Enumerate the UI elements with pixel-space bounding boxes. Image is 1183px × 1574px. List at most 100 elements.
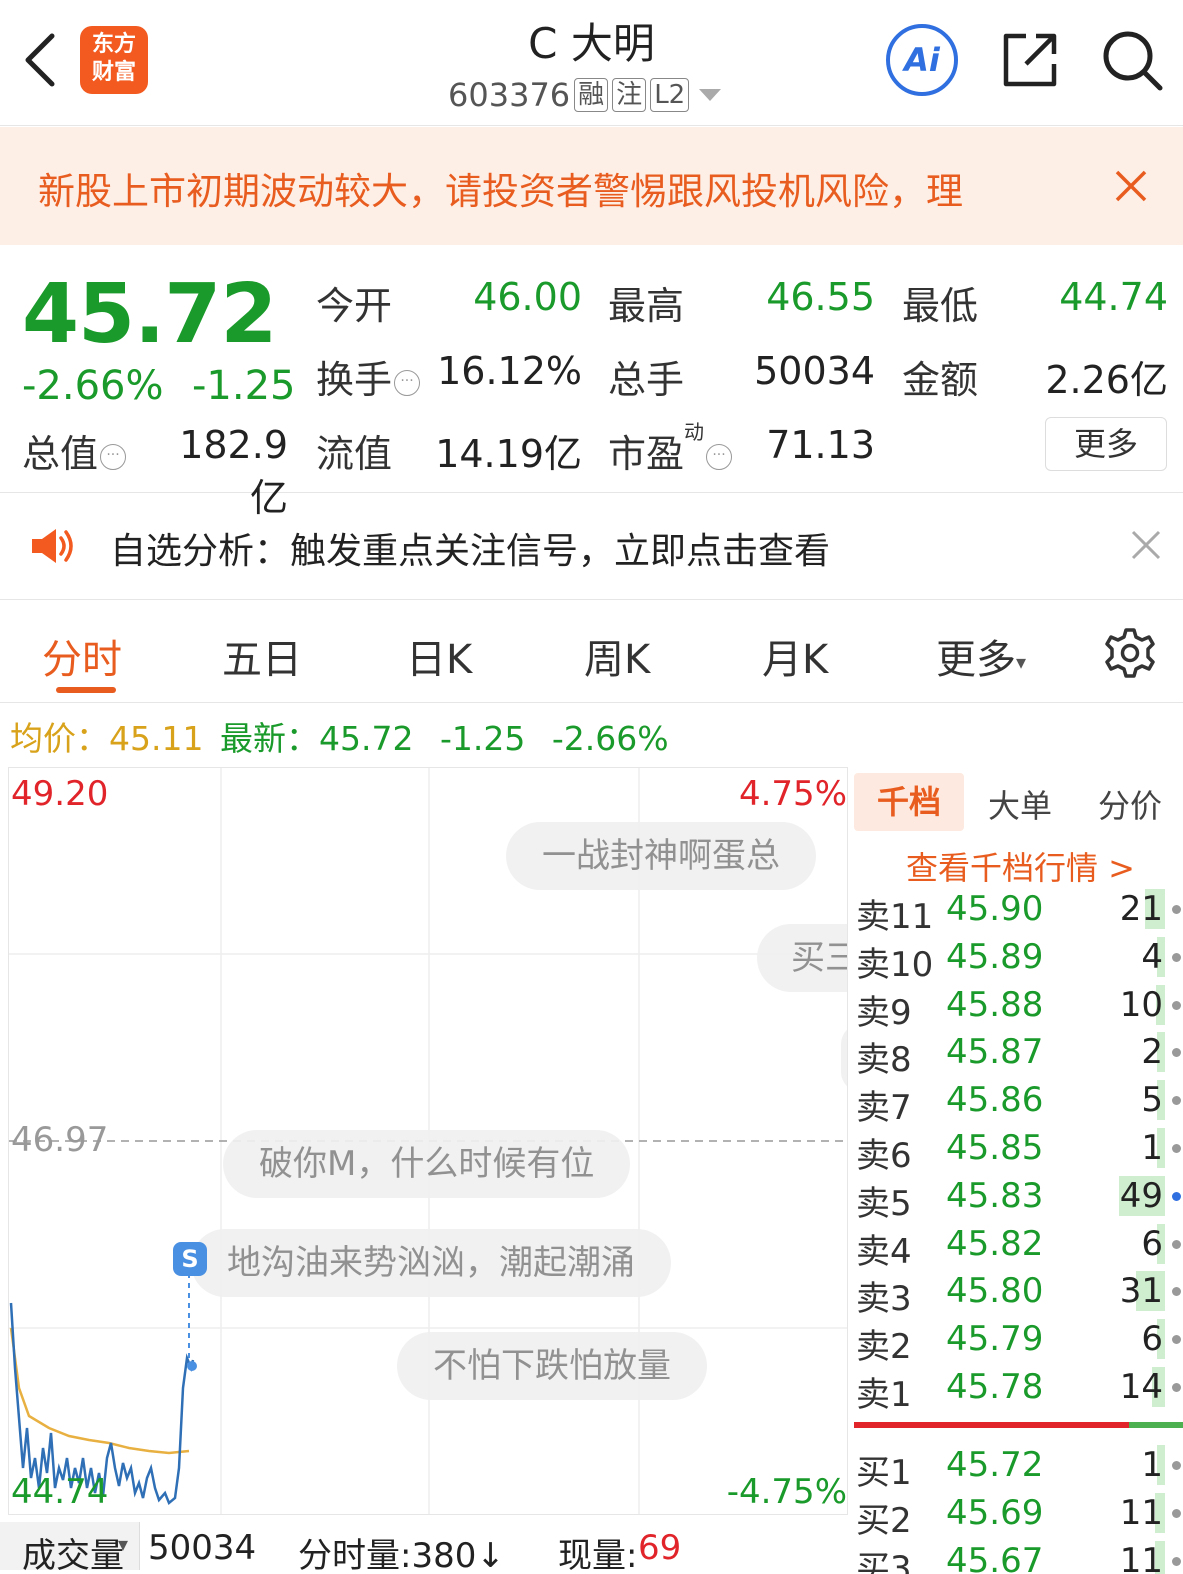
signal-marker-icon[interactable]: S <box>173 1242 207 1276</box>
current-volume-value: 69 <box>638 1528 682 1568</box>
share-icon[interactable] <box>1000 30 1060 90</box>
tab-intraday[interactable]: 分时 <box>42 627 122 685</box>
level-qty: 49 <box>1119 1175 1163 1216</box>
level-dot <box>1172 1191 1181 1201</box>
level-qty: 6 <box>1141 1319 1163 1360</box>
avg-label: 均价： <box>10 719 109 758</box>
level-dot <box>1172 952 1181 962</box>
total-cap-label[interactable]: 总值 ··· <box>22 423 127 478</box>
tab-level-thousand[interactable]: 千档 <box>854 773 964 831</box>
comment-bubble[interactable]: 地沟油来势汹汹，潮起潮涌 <box>191 1229 671 1297</box>
amount-value: 2.26亿 <box>1045 358 1168 402</box>
tab-monthly-k[interactable]: 月K <box>762 627 828 685</box>
level-price: 45.79 <box>946 1319 1044 1360</box>
comment-bubble[interactable]: 一战封神啊蛋总 <box>506 822 816 890</box>
level-label: 买2 <box>856 1500 912 1541</box>
ask-row[interactable]: 卖4 45.82 6 <box>856 1220 1183 1272</box>
ask-row[interactable]: 卖10 45.89 4 <box>856 933 1183 985</box>
indicator-selector[interactable]: 成交量 ▾ <box>0 1522 140 1574</box>
view-depth-link[interactable]: 查看千档行情 > <box>906 843 1135 889</box>
comment-bubble[interactable]: 买三 <box>757 924 847 992</box>
analysis-notice[interactable]: 自选分析：触发重点关注信号，立即点击查看 <box>0 494 1183 600</box>
turnover-label[interactable]: 换手 ··· <box>316 349 421 404</box>
level-label: 卖9 <box>856 992 912 1033</box>
ask-row[interactable]: 卖6 45.85 1 <box>856 1124 1183 1176</box>
level-label: 卖3 <box>856 1279 912 1320</box>
ask-row[interactable]: 卖8 45.87 2 <box>856 1028 1183 1080</box>
tab-daily-k[interactable]: 日K <box>406 627 472 685</box>
risk-warning-banner[interactable]: 新股上市初期波动较大，请投资者警惕跟风投机风险，理 <box>0 127 1183 245</box>
tab-more[interactable]: 更多▾ <box>936 627 1026 685</box>
bid-row[interactable]: 买3 45.67 11 <box>856 1537 1183 1574</box>
total-volume: 50034 <box>148 1528 257 1568</box>
more-dots-icon[interactable]: ··· <box>706 443 733 470</box>
bid-row[interactable]: 买2 45.69 11 <box>856 1489 1183 1541</box>
more-dots-icon[interactable]: ··· <box>394 369 421 396</box>
level2-tag: L2 <box>650 78 690 112</box>
y-axis-top-label: 49.20 <box>11 774 109 814</box>
low-label: 最低 <box>902 284 979 328</box>
float-cap-label: 流值 <box>316 432 393 476</box>
chart-period-tabs: 分时 五日 日K 周K 月K 更多▾ <box>0 601 1183 703</box>
level-dot <box>1172 1287 1181 1297</box>
tab-weekly-k[interactable]: 周K <box>584 627 650 685</box>
ask-row[interactable]: 卖2 45.79 6 <box>856 1315 1183 1367</box>
pe-value: 71.13 <box>766 423 875 467</box>
level-qty: 1 <box>1141 1445 1163 1485</box>
last-value: 45.72 <box>318 719 414 758</box>
ask-row[interactable]: 卖1 45.78 14 <box>856 1363 1183 1415</box>
minute-volume: 分时量:380↓ <box>298 1536 505 1574</box>
search-icon[interactable] <box>1100 28 1164 92</box>
level-qty: 10 <box>1119 984 1163 1025</box>
level-label: 卖4 <box>856 1231 912 1272</box>
more-dots-icon[interactable]: ··· <box>100 443 127 470</box>
level-qty: 5 <box>1141 1080 1163 1121</box>
close-icon[interactable] <box>1114 169 1148 203</box>
level-dot <box>1172 1556 1181 1566</box>
level-price: 45.82 <box>946 1223 1044 1264</box>
level-price: 45.69 <box>946 1492 1044 1533</box>
tab-big-orders[interactable]: 大单 <box>988 781 1052 827</box>
dropdown-caret-icon: ▾ <box>1016 650 1027 674</box>
change-amount: -1.25 <box>192 363 296 409</box>
level-label: 卖11 <box>856 897 934 937</box>
level-label: 卖8 <box>856 1040 912 1081</box>
last-label: 最新： <box>219 719 319 758</box>
ask-row[interactable]: 卖5 45.83 49 <box>856 1172 1183 1224</box>
pct-axis-top-label: 4.75% <box>738 774 847 814</box>
margin-tag: 融 <box>574 78 609 112</box>
tab-price-distribution[interactable]: 分价 <box>1098 781 1162 827</box>
tab-five-day[interactable]: 五日 <box>222 627 302 685</box>
ask-row[interactable]: 卖11 45.90 21 <box>856 885 1183 937</box>
intraday-chart[interactable]: 49.20 46.97 44.74 4.75% -4.75% 一战封神啊蛋总 买… <box>8 767 848 1515</box>
chart-info-line: 均价：45.11 最新：45.72 -1.25 -2.66% <box>10 712 669 760</box>
stock-code-row[interactable]: 603376 融 注 L2 <box>448 76 722 114</box>
volume-row: 成交量 ▾ 50034 分时量:380↓ 现量: 69 <box>0 1518 848 1574</box>
level-dot <box>1172 1144 1181 1153</box>
avg-price-line <box>9 1327 190 1455</box>
level-qty: 4 <box>1141 936 1163 977</box>
bid-ask-split-bar <box>854 1422 1183 1428</box>
close-icon[interactable] <box>1130 529 1162 561</box>
bid-row[interactable]: 买1 45.72 1 <box>856 1441 1183 1493</box>
comment-bubble[interactable]: 不怕下跌怕放量 <box>397 1332 707 1400</box>
level-qty: 1 <box>1141 1128 1163 1168</box>
level-dot <box>1172 1335 1181 1345</box>
ask-row[interactable]: 卖3 45.80 31 <box>856 1267 1183 1319</box>
level-qty: 11 <box>1119 1540 1163 1574</box>
level-qty: 6 <box>1141 1223 1163 1264</box>
pe-label[interactable]: 市盈动··· <box>608 420 733 478</box>
ask-row[interactable]: 卖7 45.86 5 <box>856 1076 1183 1128</box>
risk-warning-text: 新股上市初期波动较大，请投资者警惕跟风投机风险，理 <box>38 170 963 213</box>
level-qty: 11 <box>1119 1492 1163 1533</box>
chevron-down-icon[interactable] <box>699 89 722 101</box>
info-change-pct: -2.66% <box>551 719 669 758</box>
level-qty: 2 <box>1141 1032 1163 1073</box>
more-quote-button[interactable]: 更多 <box>1045 417 1167 471</box>
high-label: 最高 <box>608 284 685 328</box>
gear-icon[interactable] <box>1104 627 1156 679</box>
ai-assistant-button[interactable]: Ai <box>886 24 958 96</box>
float-cap-value: 14.19亿 <box>435 432 582 476</box>
comment-bubble[interactable]: 破你M，什么时候有位 <box>223 1130 631 1198</box>
ask-row[interactable]: 卖9 45.88 10 <box>856 981 1183 1033</box>
